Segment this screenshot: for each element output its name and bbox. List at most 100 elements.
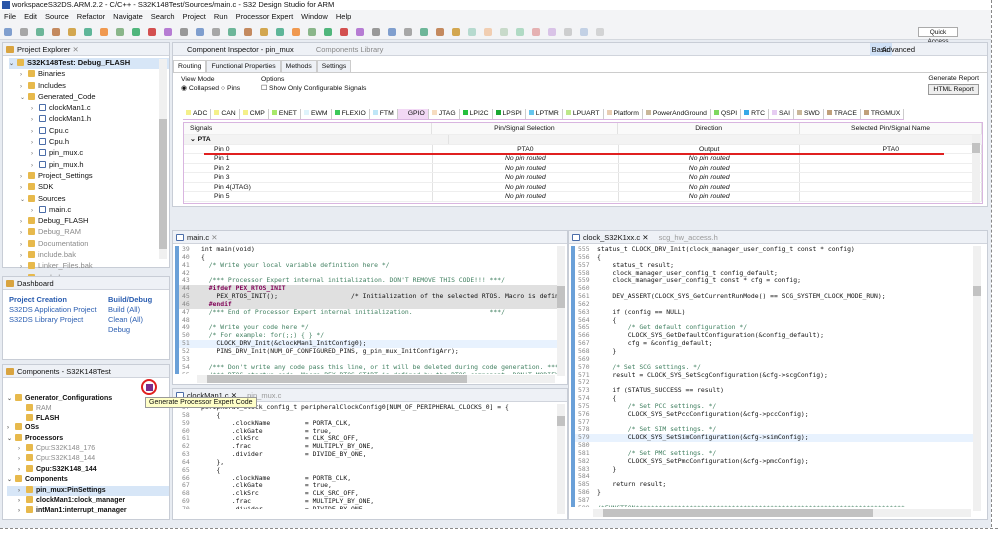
components-library-tab[interactable]: Components Library xyxy=(316,45,384,54)
tree-item[interactable]: › clockMan1:clock_manager xyxy=(7,496,169,506)
tree-item[interactable]: FLASH xyxy=(7,413,169,423)
tree-item[interactable]: ⌄ S32K148Test: Debug_FLASH xyxy=(9,58,169,70)
selected-pin-name[interactable] xyxy=(800,154,982,163)
pin-selection[interactable]: No pin routed xyxy=(433,173,619,182)
peripheral-tab-ewm[interactable]: EWM xyxy=(301,109,332,119)
expand-toggle-icon[interactable]: › xyxy=(20,252,28,261)
peripheral-tab-cmp[interactable]: CMP xyxy=(240,109,269,119)
toolbar-icon[interactable] xyxy=(548,28,556,36)
table-row[interactable]: Pin 3 No pin routed No pin routed xyxy=(184,173,982,183)
tree-item[interactable]: › pin_mux:PinSettings xyxy=(7,485,169,497)
peripheral-tab-jtag[interactable]: JTAG xyxy=(429,109,460,119)
peripheral-tab-qspi[interactable]: QSPI xyxy=(711,109,742,119)
menu-edit[interactable]: Edit xyxy=(24,10,37,24)
expand-toggle-icon[interactable]: › xyxy=(20,241,28,250)
vertical-scrollbar[interactable] xyxy=(973,246,981,511)
tree-item[interactable]: › SDK xyxy=(9,182,169,193)
tree-item[interactable]: ⌄ Components xyxy=(7,475,169,485)
generate-code-button[interactable] xyxy=(141,379,157,395)
tree-item[interactable]: › pin_mux.h xyxy=(9,160,169,171)
tree-item[interactable]: › Cpu.c xyxy=(9,126,169,137)
toolbar-icon[interactable] xyxy=(404,28,412,36)
code-area[interactable]: 57peripheral_clock_config_t peripheralCl… xyxy=(175,404,557,509)
tree-item[interactable]: › Debug_FLASH xyxy=(9,216,169,227)
peripheral-tab-ftm[interactable]: FTM xyxy=(370,109,398,119)
toolbar-icon[interactable] xyxy=(516,28,524,36)
expand-toggle-icon[interactable]: › xyxy=(7,424,15,433)
column-header[interactable]: Selected Pin/Signal Name xyxy=(800,123,982,134)
direction[interactable]: No pin routed xyxy=(619,182,801,191)
peripheral-tab-gpio[interactable]: GPIO xyxy=(397,109,429,119)
column-header[interactable]: Direction xyxy=(618,123,801,134)
expand-toggle-icon[interactable]: › xyxy=(31,116,39,125)
selected-pin-name[interactable] xyxy=(800,173,982,182)
direction[interactable]: No pin routed xyxy=(619,173,801,182)
expand-toggle-icon[interactable]: ⌄ xyxy=(7,435,15,444)
components-tab[interactable]: Components - S32K148Test xyxy=(3,365,169,378)
menu-navigate[interactable]: Navigate xyxy=(113,10,143,24)
tree-item[interactable]: › Cpu:S32K148_144 xyxy=(7,454,169,464)
vertical-scrollbar[interactable] xyxy=(557,246,565,376)
toolbar-icon[interactable] xyxy=(580,28,588,36)
selected-pin-name[interactable]: PTA0 xyxy=(800,144,982,153)
menu-processor-expert[interactable]: Processor Expert xyxy=(236,10,294,24)
toolbar-icon[interactable] xyxy=(196,28,204,36)
tree-item[interactable]: › Debug_RAM xyxy=(9,227,169,238)
toolbar-icon[interactable] xyxy=(532,28,540,36)
toolbar-icon[interactable] xyxy=(116,28,124,36)
horizontal-scrollbar[interactable] xyxy=(593,509,971,517)
vertical-scrollbar[interactable] xyxy=(557,404,565,514)
tree-item[interactable]: › Project_Settings xyxy=(9,171,169,182)
dashboard-tab[interactable]: Dashboard xyxy=(3,277,169,290)
toolbar-icon[interactable] xyxy=(68,28,76,36)
tree-item[interactable]: ⌄ Generated_Code xyxy=(9,92,169,103)
toolbar-icon[interactable] xyxy=(292,28,300,36)
peripheral-tab-rtc[interactable]: RTC xyxy=(741,109,769,119)
toolbar-icon[interactable] xyxy=(420,28,428,36)
project-explorer-tab[interactable]: Project Explorer ✕ xyxy=(3,43,169,56)
inspector-tab[interactable]: Component Inspector - pin_mux xyxy=(187,45,294,54)
peripheral-tab-flexio[interactable]: FLEXIO xyxy=(332,109,370,119)
toolbar-icon[interactable] xyxy=(4,28,12,36)
peripheral-tab-trgmux[interactable]: TRGMUX xyxy=(861,109,905,119)
collapsed-radio[interactable]: ◉ Collapsed xyxy=(181,85,219,92)
table-row[interactable]: Pin 4(JTAG) No pin routed No pin routed xyxy=(184,182,982,192)
new-library-project-link[interactable]: S32DS Library Project xyxy=(9,315,97,325)
toolbar-icon[interactable] xyxy=(356,28,364,36)
expand-toggle-icon[interactable]: › xyxy=(20,263,28,272)
peripheral-tab-swd[interactable]: SWD xyxy=(794,109,824,119)
direction[interactable]: No pin routed xyxy=(619,192,801,201)
tree-item[interactable]: › clockMan1.h xyxy=(9,114,169,125)
peripheral-tab-lpspi[interactable]: LPSPI xyxy=(493,109,526,119)
toolbar-icon[interactable] xyxy=(276,28,284,36)
peripheral-tab-sai[interactable]: SAI xyxy=(769,109,794,119)
editor-tab-main-c[interactable]: main.c ✕ xyxy=(173,231,567,244)
toolbar-icon[interactable] xyxy=(500,28,508,36)
tab-functional-properties[interactable]: Functional Properties xyxy=(206,60,281,72)
toolbar-icon[interactable] xyxy=(20,28,28,36)
expand-toggle-icon[interactable]: › xyxy=(18,497,26,506)
expand-toggle-icon[interactable]: › xyxy=(20,71,28,80)
toolbar-icon[interactable] xyxy=(212,28,220,36)
pin-selection[interactable]: PTA0 xyxy=(433,144,619,153)
toolbar-icon[interactable] xyxy=(84,28,92,36)
tree-item[interactable]: › intMan1:interrupt_manager xyxy=(7,506,169,516)
toolbar-icon[interactable] xyxy=(484,28,492,36)
menu-run[interactable]: Run xyxy=(214,10,228,24)
toolbar-icon[interactable] xyxy=(260,28,268,36)
tree-item[interactable]: › Binaries xyxy=(9,69,169,80)
expand-toggle-icon[interactable]: › xyxy=(20,83,28,92)
table-row[interactable]: Pin 5 No pin routed No pin routed xyxy=(184,192,982,202)
tab-methods[interactable]: Methods xyxy=(280,60,317,72)
toolbar-icon[interactable] xyxy=(468,28,476,36)
horizontal-scrollbar[interactable] xyxy=(197,375,555,383)
toolbar-icon[interactable] xyxy=(564,28,572,36)
expand-toggle-icon[interactable]: ⌄ xyxy=(9,60,17,69)
expand-toggle-icon[interactable]: › xyxy=(18,455,26,464)
vertical-scrollbar[interactable] xyxy=(159,59,167,259)
tree-item[interactable]: ⌄ Sources xyxy=(9,194,169,205)
expand-toggle-icon[interactable]: › xyxy=(31,162,39,171)
selected-pin-name[interactable] xyxy=(800,182,982,191)
expand-toggle-icon[interactable]: › xyxy=(20,229,28,238)
expand-toggle-icon[interactable]: › xyxy=(20,218,28,227)
